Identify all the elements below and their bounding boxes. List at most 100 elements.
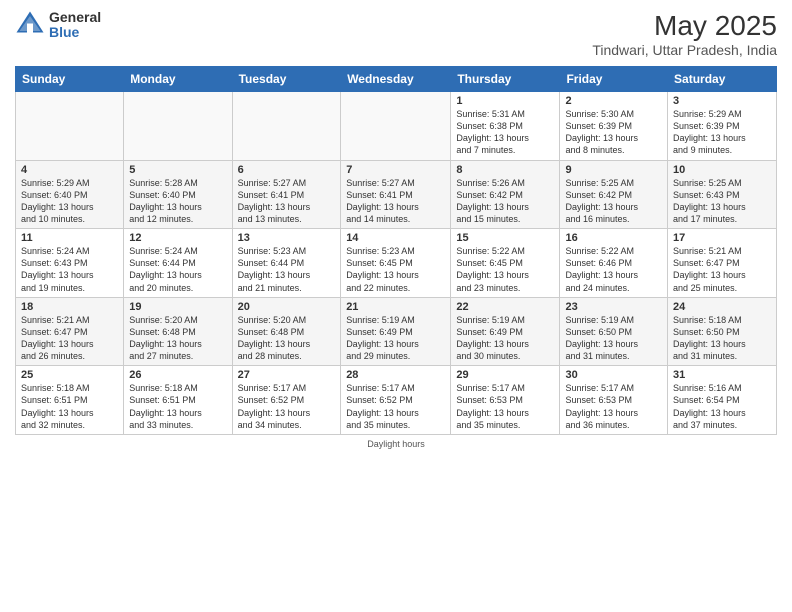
day-number: 23 [565,301,662,313]
logo-text: General Blue [49,10,101,41]
day-number: 10 [673,164,771,176]
day-info-text: Sunrise: 5:23 AM Sunset: 6:45 PM Dayligh… [346,245,445,294]
day-info-text: Sunrise: 5:24 AM Sunset: 6:43 PM Dayligh… [21,245,118,294]
day-info-text: Sunrise: 5:20 AM Sunset: 6:48 PM Dayligh… [238,314,336,363]
day-info-text: Sunrise: 5:28 AM Sunset: 6:40 PM Dayligh… [129,177,226,226]
day-cell: 25Sunrise: 5:18 AM Sunset: 6:51 PM Dayli… [16,366,124,435]
day-cell: 9Sunrise: 5:25 AM Sunset: 6:42 PM Daylig… [560,160,668,229]
day-info-text: Sunrise: 5:18 AM Sunset: 6:50 PM Dayligh… [673,314,771,363]
day-cell: 5Sunrise: 5:28 AM Sunset: 6:40 PM Daylig… [124,160,232,229]
day-cell [16,92,124,161]
day-info-text: Sunrise: 5:29 AM Sunset: 6:39 PM Dayligh… [673,108,771,157]
week-row-2: 4Sunrise: 5:29 AM Sunset: 6:40 PM Daylig… [16,160,777,229]
day-info-text: Sunrise: 5:17 AM Sunset: 6:52 PM Dayligh… [238,382,336,431]
day-cell: 28Sunrise: 5:17 AM Sunset: 6:52 PM Dayli… [341,366,451,435]
day-number: 19 [129,301,226,313]
week-row-1: 1Sunrise: 5:31 AM Sunset: 6:38 PM Daylig… [16,92,777,161]
day-cell: 20Sunrise: 5:20 AM Sunset: 6:48 PM Dayli… [232,297,341,366]
day-number: 29 [456,369,554,381]
day-info-text: Sunrise: 5:19 AM Sunset: 6:49 PM Dayligh… [456,314,554,363]
location-subtitle: Tindwari, Uttar Pradesh, India [592,42,777,58]
day-info-text: Sunrise: 5:16 AM Sunset: 6:54 PM Dayligh… [673,382,771,431]
col-sunday: Sunday [16,67,124,92]
logo: General Blue [15,10,101,41]
day-cell: 8Sunrise: 5:26 AM Sunset: 6:42 PM Daylig… [451,160,560,229]
day-cell: 16Sunrise: 5:22 AM Sunset: 6:46 PM Dayli… [560,229,668,298]
day-number: 24 [673,301,771,313]
day-info-text: Sunrise: 5:23 AM Sunset: 6:44 PM Dayligh… [238,245,336,294]
day-cell: 13Sunrise: 5:23 AM Sunset: 6:44 PM Dayli… [232,229,341,298]
day-cell: 4Sunrise: 5:29 AM Sunset: 6:40 PM Daylig… [16,160,124,229]
day-cell: 12Sunrise: 5:24 AM Sunset: 6:44 PM Dayli… [124,229,232,298]
day-cell: 24Sunrise: 5:18 AM Sunset: 6:50 PM Dayli… [668,297,777,366]
day-cell: 14Sunrise: 5:23 AM Sunset: 6:45 PM Dayli… [341,229,451,298]
title-area: May 2025 Tindwari, Uttar Pradesh, India [592,10,777,58]
calendar-body: 1Sunrise: 5:31 AM Sunset: 6:38 PM Daylig… [16,92,777,435]
day-number: 15 [456,232,554,244]
day-info-text: Sunrise: 5:22 AM Sunset: 6:46 PM Dayligh… [565,245,662,294]
day-cell: 18Sunrise: 5:21 AM Sunset: 6:47 PM Dayli… [16,297,124,366]
calendar-table: Sunday Monday Tuesday Wednesday Thursday… [15,66,777,435]
day-number: 13 [238,232,336,244]
day-info-text: Sunrise: 5:27 AM Sunset: 6:41 PM Dayligh… [346,177,445,226]
day-cell: 23Sunrise: 5:19 AM Sunset: 6:50 PM Dayli… [560,297,668,366]
day-cell [341,92,451,161]
day-cell: 19Sunrise: 5:20 AM Sunset: 6:48 PM Dayli… [124,297,232,366]
col-monday: Monday [124,67,232,92]
col-friday: Friday [560,67,668,92]
day-number: 3 [673,95,771,107]
day-cell: 15Sunrise: 5:22 AM Sunset: 6:45 PM Dayli… [451,229,560,298]
week-row-3: 11Sunrise: 5:24 AM Sunset: 6:43 PM Dayli… [16,229,777,298]
day-info-text: Sunrise: 5:17 AM Sunset: 6:53 PM Dayligh… [565,382,662,431]
day-info-text: Sunrise: 5:29 AM Sunset: 6:40 PM Dayligh… [21,177,118,226]
day-cell [232,92,341,161]
day-number: 27 [238,369,336,381]
footer: Daylight hours [15,439,777,449]
day-info-text: Sunrise: 5:26 AM Sunset: 6:42 PM Dayligh… [456,177,554,226]
day-info-text: Sunrise: 5:21 AM Sunset: 6:47 PM Dayligh… [21,314,118,363]
day-number: 18 [21,301,118,313]
day-number: 31 [673,369,771,381]
day-number: 7 [346,164,445,176]
day-number: 28 [346,369,445,381]
day-cell: 30Sunrise: 5:17 AM Sunset: 6:53 PM Dayli… [560,366,668,435]
day-number: 5 [129,164,226,176]
col-wednesday: Wednesday [341,67,451,92]
day-cell: 3Sunrise: 5:29 AM Sunset: 6:39 PM Daylig… [668,92,777,161]
day-number: 22 [456,301,554,313]
day-number: 11 [21,232,118,244]
day-number: 14 [346,232,445,244]
day-cell: 10Sunrise: 5:25 AM Sunset: 6:43 PM Dayli… [668,160,777,229]
day-number: 30 [565,369,662,381]
day-cell: 27Sunrise: 5:17 AM Sunset: 6:52 PM Dayli… [232,366,341,435]
day-info-text: Sunrise: 5:25 AM Sunset: 6:42 PM Dayligh… [565,177,662,226]
day-number: 2 [565,95,662,107]
day-info-text: Sunrise: 5:31 AM Sunset: 6:38 PM Dayligh… [456,108,554,157]
day-info-text: Sunrise: 5:18 AM Sunset: 6:51 PM Dayligh… [129,382,226,431]
day-number: 9 [565,164,662,176]
day-cell [124,92,232,161]
day-number: 16 [565,232,662,244]
day-info-text: Sunrise: 5:18 AM Sunset: 6:51 PM Dayligh… [21,382,118,431]
daylight-hours-label: Daylight hours [367,439,425,449]
day-info-text: Sunrise: 5:22 AM Sunset: 6:45 PM Dayligh… [456,245,554,294]
col-tuesday: Tuesday [232,67,341,92]
day-cell: 22Sunrise: 5:19 AM Sunset: 6:49 PM Dayli… [451,297,560,366]
logo-general-text: General [49,10,101,25]
day-cell: 7Sunrise: 5:27 AM Sunset: 6:41 PM Daylig… [341,160,451,229]
day-cell: 11Sunrise: 5:24 AM Sunset: 6:43 PM Dayli… [16,229,124,298]
logo-icon [15,10,45,40]
month-title: May 2025 [592,10,777,42]
day-number: 25 [21,369,118,381]
day-info-text: Sunrise: 5:21 AM Sunset: 6:47 PM Dayligh… [673,245,771,294]
day-number: 20 [238,301,336,313]
day-cell: 6Sunrise: 5:27 AM Sunset: 6:41 PM Daylig… [232,160,341,229]
day-number: 21 [346,301,445,313]
day-number: 6 [238,164,336,176]
day-info-text: Sunrise: 5:24 AM Sunset: 6:44 PM Dayligh… [129,245,226,294]
day-cell: 17Sunrise: 5:21 AM Sunset: 6:47 PM Dayli… [668,229,777,298]
header: General Blue May 2025 Tindwari, Uttar Pr… [15,10,777,58]
calendar-header-row: Sunday Monday Tuesday Wednesday Thursday… [16,67,777,92]
week-row-4: 18Sunrise: 5:21 AM Sunset: 6:47 PM Dayli… [16,297,777,366]
day-cell: 21Sunrise: 5:19 AM Sunset: 6:49 PM Dayli… [341,297,451,366]
